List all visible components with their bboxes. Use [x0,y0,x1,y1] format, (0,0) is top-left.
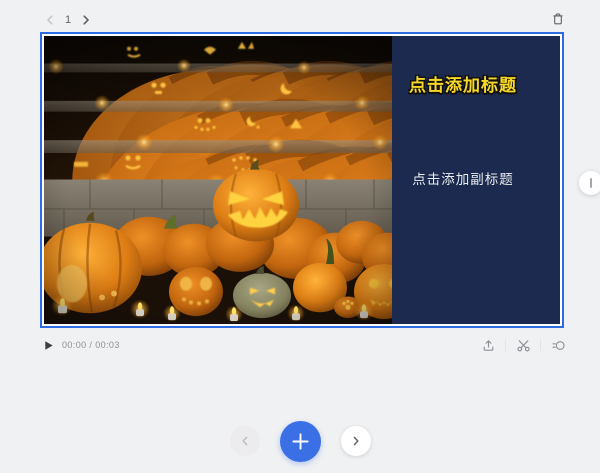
play-button[interactable] [42,339,54,351]
trash-icon [550,11,566,27]
chevron-right-icon [80,14,92,26]
drag-handle-icon [590,178,592,188]
slide-canvas[interactable]: 点击添加标题 点击添加副标题 [40,32,564,328]
upload-icon [481,338,496,353]
export-button[interactable] [480,337,496,353]
prev-page-button[interactable] [42,12,58,28]
next-page-button[interactable] [78,12,94,28]
page-number: 1 [65,14,72,26]
scissors-icon [516,338,531,353]
chevron-left-icon [44,14,56,26]
chevron-right-icon [350,435,362,447]
trim-button[interactable] [515,337,531,353]
prev-slide-button[interactable] [229,426,260,456]
slide-text-panel: 点击添加标题 点击添加副标题 [392,36,560,324]
effects-button[interactable] [550,337,566,353]
delete-slide-button[interactable] [550,11,566,27]
play-icon [43,340,54,351]
time-display: 00:00 / 00:03 [62,340,120,350]
effects-icon [551,338,566,353]
divider [505,339,506,351]
title-placeholder[interactable]: 点击添加标题 [396,76,530,96]
playback-tools [480,336,566,354]
plus-icon [291,432,310,451]
slide-controls [0,420,600,462]
playback-bar: 00:00 / 00:03 [42,337,120,353]
chevron-left-icon [239,435,251,447]
slide-content: 点击添加标题 点击添加副标题 [42,34,562,326]
side-panel-handle[interactable] [579,171,600,195]
slide-image[interactable] [44,36,392,324]
page-navigation: 1 [42,11,94,29]
add-slide-button[interactable] [279,420,321,462]
subtitle-placeholder[interactable]: 点击添加副标题 [396,172,530,188]
next-slide-button[interactable] [340,426,371,456]
divider [540,339,541,351]
